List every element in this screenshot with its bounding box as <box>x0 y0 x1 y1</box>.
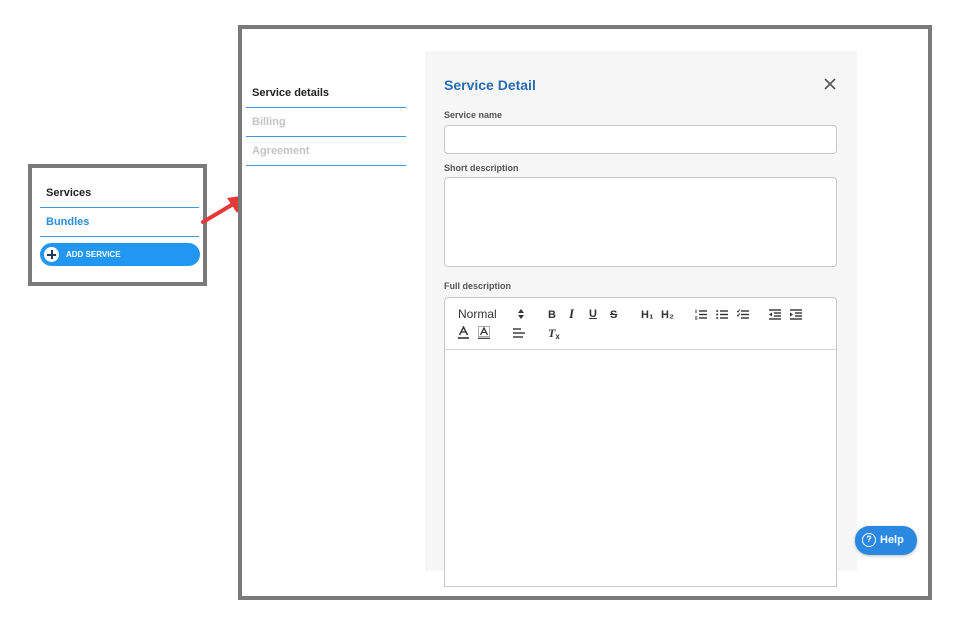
close-icon[interactable] <box>821 75 839 93</box>
help-icon: ? <box>862 533 876 547</box>
bullet-list-icon[interactable] <box>716 309 728 320</box>
header-format-select[interactable]: Normal <box>458 307 497 321</box>
check-list-icon[interactable] <box>737 309 749 320</box>
bold-button[interactable]: B <box>548 308 556 322</box>
service-detail-panel: Service Detail Service name Short descri… <box>425 51 857 587</box>
short-description-label: Short description <box>444 163 519 173</box>
italic-button[interactable]: I <box>569 307 574 321</box>
service-name-label: Service name <box>444 110 503 120</box>
outdent-icon[interactable] <box>769 309 781 320</box>
panel-title: Service Detail <box>444 77 536 93</box>
service-detail-screenshot: Service details Billing Agreement Servic… <box>238 25 932 600</box>
service-nav: Service details Billing Agreement <box>246 79 406 166</box>
full-description-label: Full description <box>444 281 512 291</box>
help-label: Help <box>880 534 904 546</box>
add-service-label: ADD SERVICE <box>66 250 121 259</box>
background-color-icon[interactable] <box>478 326 490 339</box>
align-icon[interactable] <box>513 328 525 338</box>
indent-icon[interactable] <box>790 309 802 320</box>
add-service-button[interactable]: ADD SERVICE <box>40 243 200 266</box>
nav-item-agreement[interactable]: Agreement <box>246 137 406 166</box>
mini-sidebar-item-bundles[interactable]: Bundles <box>40 208 199 237</box>
mini-sidebar-item-services[interactable]: Services <box>40 179 199 208</box>
help-button[interactable]: ? Help <box>855 526 917 555</box>
short-description-field[interactable] <box>444 177 837 267</box>
text-color-icon[interactable] <box>458 326 469 339</box>
clear-format-button[interactable]: Tx <box>548 326 560 342</box>
strike-button[interactable]: S <box>610 308 617 322</box>
mini-services-panel: Services Bundles ADD SERVICE <box>28 164 207 286</box>
underline-button[interactable]: U <box>589 307 597 321</box>
h2-button[interactable]: H₂ <box>661 308 674 322</box>
ordered-list-icon[interactable] <box>695 309 707 320</box>
plus-icon <box>44 247 59 262</box>
rich-text-editor: Normal B I U S H₁ H₂ Tx <box>444 297 837 587</box>
nav-item-billing[interactable]: Billing <box>246 108 406 137</box>
nav-item-service-details[interactable]: Service details <box>246 79 406 108</box>
select-updown-icon[interactable] <box>517 308 525 320</box>
service-name-input[interactable] <box>444 125 837 154</box>
h1-button[interactable]: H₁ <box>641 308 654 322</box>
editor-toolbar: Normal B I U S H₁ H₂ Tx <box>445 298 836 350</box>
